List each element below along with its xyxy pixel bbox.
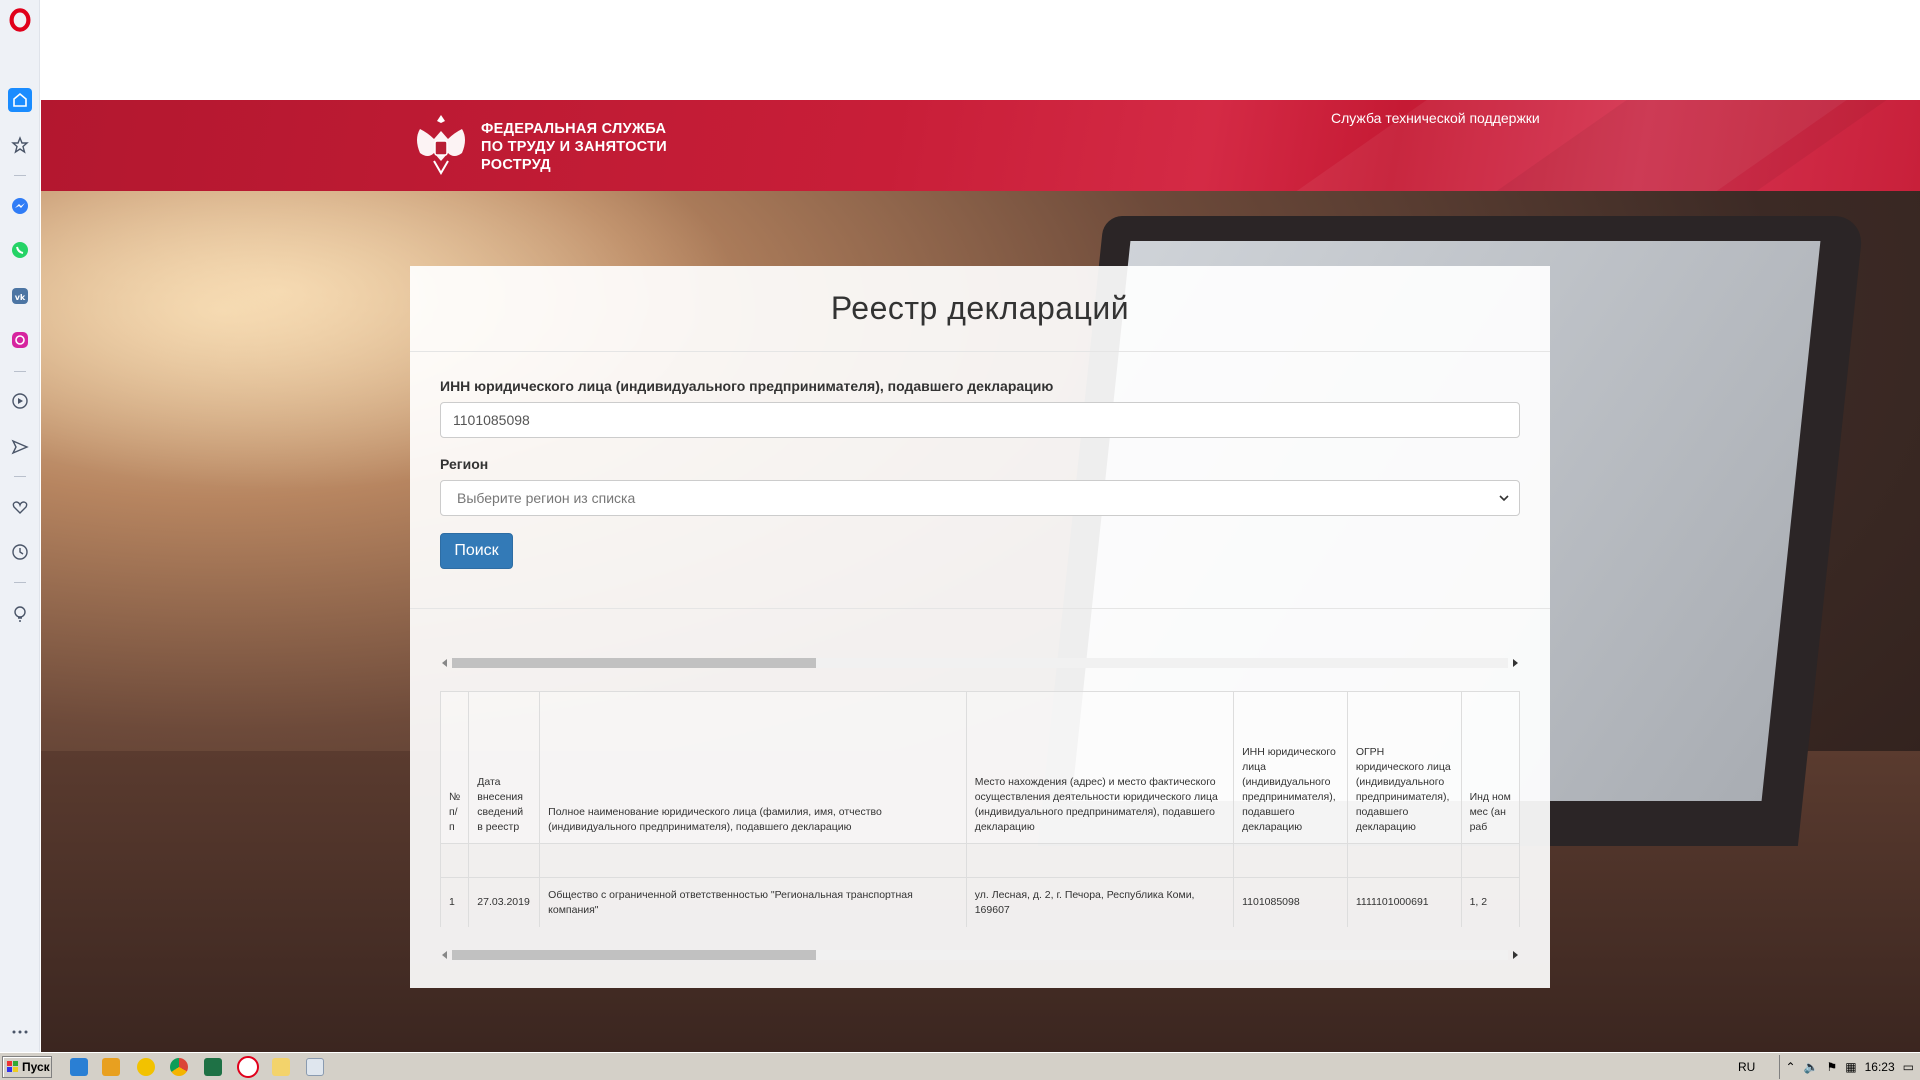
chevron-down-icon	[1499, 495, 1509, 502]
table-row[interactable]: 1 27.03.2019 Общество с ограниченной отв…	[440, 877, 1520, 927]
table-cell: 1, 2	[1460, 877, 1520, 927]
send-icon[interactable]	[8, 435, 32, 459]
table-cell: 1111101000691	[1346, 877, 1462, 927]
scrollbar-thumb[interactable]	[452, 950, 816, 960]
sidebar-divider	[14, 175, 26, 176]
column-header[interactable]: Место нахождения (адрес) и место фактиче…	[965, 691, 1235, 844]
taskbar: Пуск RU ⌃ 🔈 ⚑ ▦ 16:23 ▭	[0, 1052, 1920, 1080]
whatsapp-icon[interactable]	[8, 238, 32, 262]
filter-row	[440, 843, 1520, 878]
home-icon[interactable]	[8, 88, 32, 112]
org-name-line: РОСТРУД	[481, 157, 551, 173]
table-cell: 1	[440, 877, 470, 927]
svg-text:vk: vk	[15, 293, 26, 302]
filter-cell	[1346, 843, 1462, 878]
scroll-left-arrow-icon[interactable]	[442, 951, 447, 959]
filter-cell	[468, 843, 541, 878]
instagram-icon[interactable]	[8, 328, 32, 352]
region-select[interactable]: Выберите регион из списка	[440, 480, 1520, 516]
opera-taskbar-icon[interactable]	[237, 1056, 259, 1078]
filter-cell	[1460, 843, 1520, 878]
more-icon[interactable]	[8, 1020, 32, 1044]
table-cell: 27.03.2019	[468, 877, 541, 927]
table-cell: 1101085098	[1233, 877, 1348, 927]
start-label: Пуск	[22, 1060, 50, 1074]
sidebar-divider	[14, 476, 26, 477]
scroll-right-arrow-icon[interactable]	[1513, 659, 1518, 667]
system-tray: ⌃ 🔈 ⚑ ▦ 16:23 ▭	[1778, 1055, 1920, 1079]
table-cell: ул. Лесная, д. 2, г. Печора, Республика …	[965, 877, 1235, 927]
coat-of-arms-icon[interactable]	[410, 109, 472, 181]
column-header[interactable]: ОГРН юридического лица (индивидуального …	[1346, 691, 1462, 844]
inn-label: ИНН юридического лица (индивидуального п…	[440, 378, 1054, 394]
region-select-value: Выберите регион из списка	[457, 490, 636, 506]
column-header[interactable]: № п/п	[440, 691, 470, 844]
player-icon[interactable]	[8, 389, 32, 413]
media-player-icon[interactable]	[102, 1058, 120, 1076]
opera-logo-icon[interactable]	[8, 8, 32, 32]
clock-time[interactable]: 16:23	[1865, 1060, 1895, 1074]
windows-logo-icon	[7, 1061, 18, 1072]
results-table: № п/п Дата внесения сведений в реестр По…	[440, 691, 1520, 927]
org-name[interactable]: ФЕДЕРАЛЬНАЯ СЛУЖБА ПО ТРУДУ И ЗАНЯТОСТИ …	[481, 120, 667, 174]
browser-sidebar: vk	[0, 0, 40, 1052]
ie-icon[interactable]	[70, 1058, 88, 1076]
bulb-icon[interactable]	[8, 602, 32, 626]
region-label: Регион	[440, 456, 489, 472]
column-header[interactable]: ИНН юридического лица (индивидуального п…	[1233, 691, 1348, 844]
inn-input[interactable]: 1101085098	[440, 402, 1520, 438]
start-button[interactable]: Пуск	[2, 1056, 52, 1078]
heart-icon[interactable]	[8, 495, 32, 519]
chrome-icon[interactable]	[170, 1058, 188, 1076]
clock-icon[interactable]	[8, 540, 32, 564]
show-desktop-icon[interactable]: ▭	[1903, 1060, 1914, 1074]
table-header-row: № п/п Дата внесения сведений в реестр По…	[440, 691, 1520, 844]
org-name-line: ПО ТРУДУ И ЗАНЯТОСТИ	[481, 139, 667, 155]
sidebar-divider	[14, 582, 26, 583]
org-name-line: ФЕДЕРАЛЬНАЯ СЛУЖБА	[481, 121, 667, 137]
avast-icon[interactable]	[137, 1058, 155, 1076]
excel-icon[interactable]	[204, 1058, 222, 1076]
filter-cell	[965, 843, 1235, 878]
column-header[interactable]: Полное наименование юридического лица (ф…	[539, 691, 967, 844]
column-header[interactable]: Инд ном мес (ан раб	[1460, 691, 1520, 844]
star-icon[interactable]	[8, 133, 32, 157]
column-header[interactable]: Дата внесения сведений в реестр	[468, 691, 541, 844]
results-table-container[interactable]: № п/п Дата внесения сведений в реестр По…	[440, 691, 1520, 927]
tray-expand-icon[interactable]: ⌃	[1786, 1060, 1796, 1074]
vk-icon[interactable]: vk	[8, 284, 32, 308]
search-button[interactable]: Поиск	[440, 533, 513, 569]
table-scrollbar-top[interactable]	[440, 654, 1520, 670]
scroll-left-arrow-icon[interactable]	[442, 659, 447, 667]
flag-icon[interactable]: ⚑	[1827, 1060, 1838, 1074]
inn-input-value: 1101085098	[453, 412, 530, 428]
sidebar-divider	[14, 371, 26, 372]
messenger-icon[interactable]	[8, 194, 32, 218]
site-header: ФЕДЕРАЛЬНАЯ СЛУЖБА ПО ТРУДУ И ЗАНЯТОСТИ …	[41, 100, 1920, 191]
support-link[interactable]: Служба технической поддержки	[1331, 110, 1540, 126]
table-cell: Общество с ограниченной ответственностью…	[539, 877, 967, 927]
table-scrollbar-bottom[interactable]	[440, 946, 1520, 962]
page-title: Реестр деклараций	[830, 290, 1130, 326]
notepad-icon[interactable]	[306, 1058, 324, 1076]
form-divider	[410, 608, 1550, 609]
title-divider	[410, 351, 1550, 352]
filter-cell	[440, 843, 470, 878]
web-page: ФЕДЕРАЛЬНАЯ СЛУЖБА ПО ТРУДУ И ЗАНЯТОСТИ …	[41, 0, 1920, 1052]
folder-icon[interactable]	[272, 1058, 290, 1076]
language-indicator[interactable]: RU	[1738, 1060, 1755, 1074]
volume-icon[interactable]: 🔈	[1804, 1060, 1819, 1074]
registry-card: Реестр деклараций ИНН юридического лица …	[410, 266, 1550, 988]
filter-cell	[1233, 843, 1348, 878]
scrollbar-thumb[interactable]	[452, 658, 816, 668]
filter-cell	[539, 843, 967, 878]
scroll-right-arrow-icon[interactable]	[1513, 951, 1518, 959]
network-icon[interactable]: ▦	[1845, 1060, 1856, 1074]
